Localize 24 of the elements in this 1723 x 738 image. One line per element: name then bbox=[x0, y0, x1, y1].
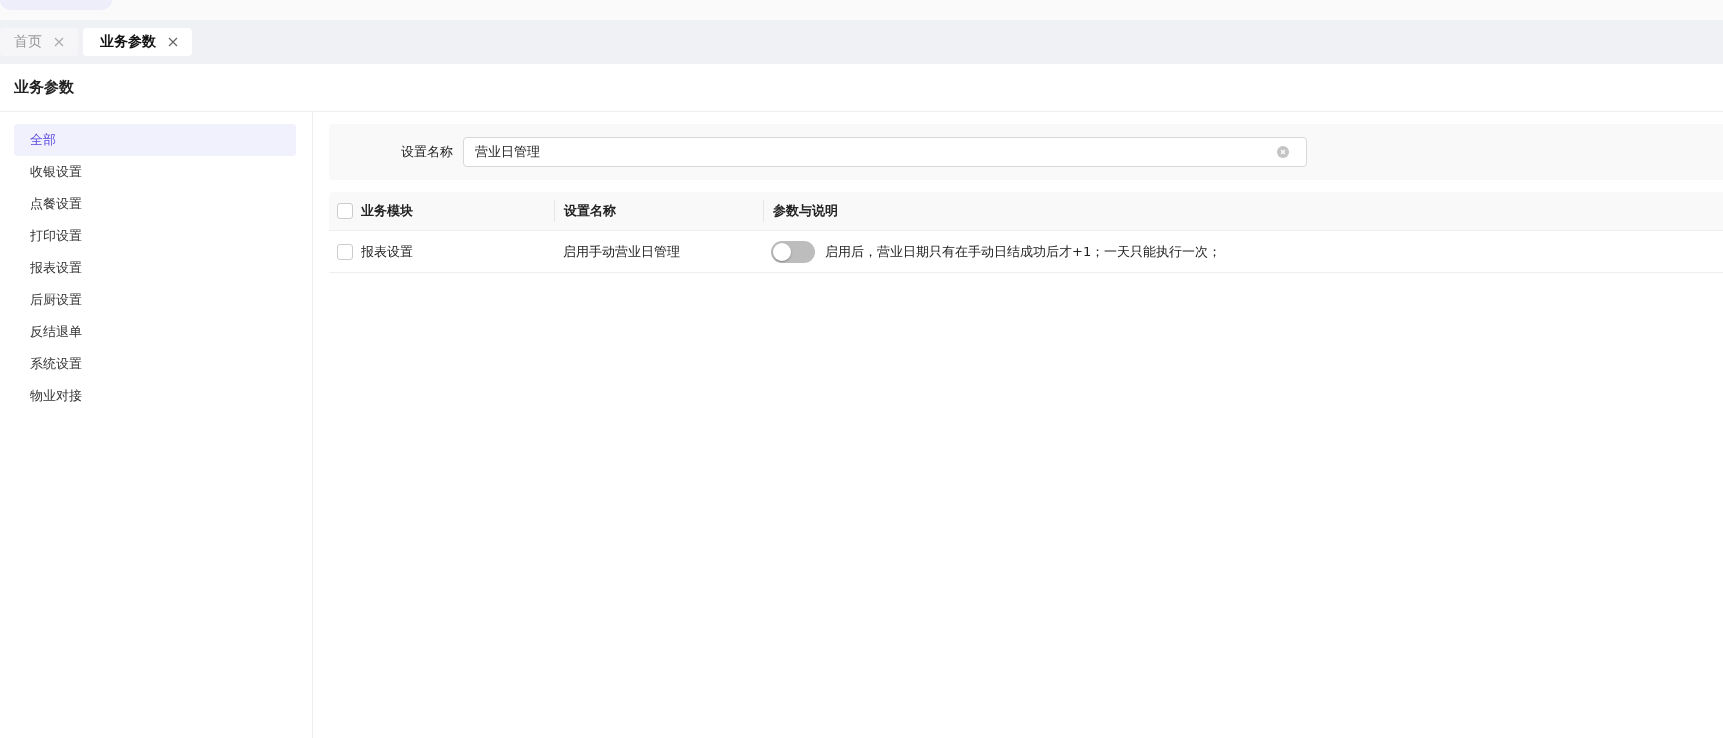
sidebar-item[interactable]: 点餐设置 bbox=[14, 188, 296, 220]
sidebar-item[interactable]: 打印设置 bbox=[14, 220, 296, 252]
sidebar-item[interactable]: 全部 bbox=[14, 124, 296, 156]
sidebar-item[interactable]: 物业对接 bbox=[14, 380, 296, 412]
sidebar-item[interactable]: 后厨设置 bbox=[14, 284, 296, 316]
row-checkbox[interactable] bbox=[337, 243, 353, 260]
table-cell: 启用手动营业日管理 bbox=[563, 243, 680, 259]
table-cell: 启用后，营业日期只有在手动日结成功后才+1；一天只能执行一次； bbox=[825, 242, 1222, 261]
close-icon[interactable] bbox=[168, 37, 178, 47]
column-header: 参数与说明 bbox=[773, 202, 838, 220]
sidebar-item[interactable]: 反结退单 bbox=[14, 316, 296, 348]
page-title: 业务参数 bbox=[14, 78, 74, 97]
tab[interactable]: 业务参数 bbox=[83, 28, 192, 56]
sidebar-item[interactable]: 收银设置 bbox=[14, 156, 296, 188]
column-header: 业务模块 bbox=[361, 202, 413, 220]
search-field[interactable]: 营业日管理 bbox=[463, 137, 1307, 167]
sidebar-item[interactable]: 系统设置 bbox=[14, 348, 296, 380]
table-cell: 报表设置 bbox=[361, 243, 413, 259]
filter-label: 设置名称 bbox=[400, 143, 453, 161]
toggle-switch[interactable] bbox=[771, 240, 815, 263]
column-header: 设置名称 bbox=[564, 202, 616, 220]
clear-icon[interactable] bbox=[1277, 146, 1289, 158]
select-all-checkbox[interactable] bbox=[337, 203, 353, 219]
sidebar-item[interactable]: 报表设置 bbox=[14, 252, 296, 284]
